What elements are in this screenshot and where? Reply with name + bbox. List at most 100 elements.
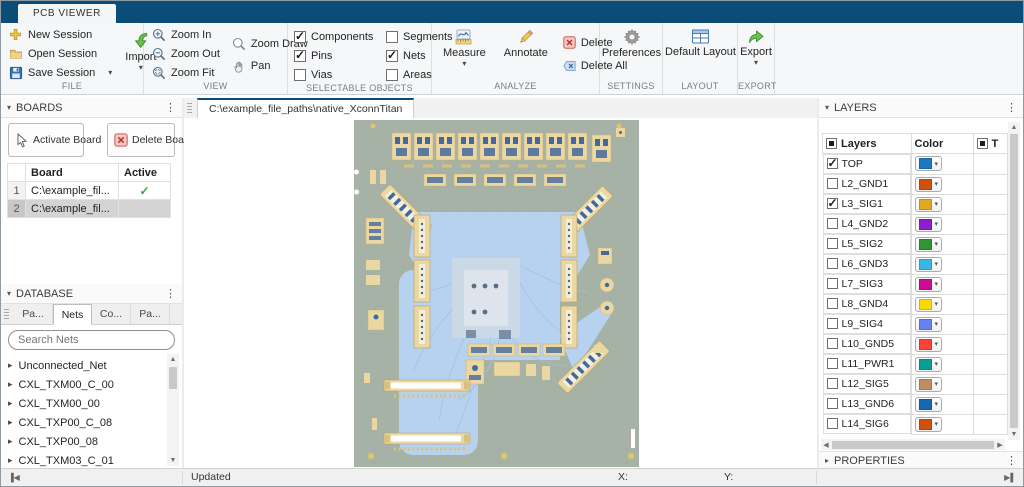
layers-horizontal-scrollbar[interactable]: ◀ ▶ [821, 439, 1005, 450]
net-list-item[interactable]: ▸CXL_TXM00_C_00 [8, 375, 182, 394]
activate-board-button[interactable]: Activate Board [8, 123, 84, 157]
layer-row[interactable]: L9_SIG4▾ [823, 314, 1008, 334]
layer-visibility-checkbox[interactable] [827, 418, 838, 429]
board-table-row[interactable]: 2C:\example_fil... [8, 200, 171, 218]
default-layout-button[interactable]: Default Layout [665, 26, 736, 81]
layer-color-dropdown[interactable]: ▾ [915, 397, 943, 412]
layer-color-dropdown[interactable]: ▾ [915, 257, 943, 272]
checkbox-components[interactable]: Components [294, 28, 386, 45]
save-dropdown-caret-icon[interactable]: ▾ [108, 68, 112, 77]
layer-row[interactable]: L8_GND4▾ [823, 294, 1008, 314]
layer-row[interactable]: TOP▾ [823, 154, 1008, 175]
layer-color-dropdown[interactable]: ▾ [915, 177, 943, 192]
layer-row[interactable]: L6_GND3▾ [823, 254, 1008, 274]
database-tab-0[interactable]: Pa... [14, 304, 53, 324]
layer-visibility-checkbox[interactable] [827, 318, 838, 329]
layer-color-dropdown[interactable]: ▾ [915, 357, 943, 372]
database-tab-1[interactable]: Nets [53, 304, 92, 325]
new-session-button[interactable]: New Session [7, 26, 114, 43]
layer-row[interactable]: L2_GND1▾ [823, 174, 1008, 194]
open-session-button[interactable]: Open Session [7, 45, 114, 62]
pcb-board-image[interactable] [354, 120, 639, 467]
scroll-right-icon[interactable]: ▶ [995, 441, 1005, 449]
layer-color-dropdown[interactable]: ▾ [915, 156, 943, 171]
expand-arrow-icon[interactable]: ▸ [825, 456, 829, 465]
layer-visibility-checkbox[interactable] [827, 298, 838, 309]
save-session-button[interactable]: Save Session ▾ [7, 64, 114, 81]
scroll-thumb[interactable] [1010, 134, 1018, 428]
expand-arrow-icon[interactable]: ▸ [8, 417, 13, 428]
layer-color-dropdown[interactable]: ▾ [915, 417, 943, 432]
kebab-menu-icon[interactable]: ⋮ [1006, 101, 1017, 114]
annotate-button[interactable]: Annotate [499, 26, 553, 81]
collapse-right-icon[interactable]: ▶▌ [1004, 473, 1016, 482]
layers-panel-header[interactable]: ▾ LAYERS ⋮ [819, 98, 1023, 118]
scroll-left-icon[interactable]: ◀ [821, 441, 831, 449]
layer-color-dropdown[interactable]: ▾ [915, 197, 943, 212]
tab-pcb-viewer[interactable]: PCB VIEWER [18, 4, 116, 23]
collapse-arrow-icon[interactable]: ▾ [825, 103, 829, 112]
expand-arrow-icon[interactable]: ▸ [8, 379, 13, 390]
database-panel-header[interactable]: ▾ DATABASE ⋮ [1, 284, 182, 304]
scroll-up-icon[interactable]: ▲ [1011, 122, 1018, 133]
layer-color-dropdown[interactable]: ▾ [915, 237, 943, 252]
layer-row[interactable]: L4_GND2▾ [823, 214, 1008, 234]
scroll-down-icon[interactable]: ▼ [170, 455, 177, 466]
kebab-menu-icon[interactable]: ⋮ [165, 101, 176, 114]
layer-visibility-checkbox[interactable] [827, 218, 838, 229]
layer-color-dropdown[interactable]: ▾ [915, 337, 943, 352]
collapse-arrow-icon[interactable]: ▾ [7, 289, 11, 298]
expand-arrow-icon[interactable]: ▸ [8, 360, 13, 371]
layer-row[interactable]: L3_SIG1▾ [823, 194, 1008, 214]
board-table-row[interactable]: 1C:\example_fil...✓ [8, 182, 171, 200]
net-list-item[interactable]: ▸CXL_TXP00_08 [8, 432, 182, 451]
layer-row[interactable]: L7_SIG3▾ [823, 274, 1008, 294]
search-nets-input[interactable] [8, 330, 175, 350]
pcb-canvas[interactable] [184, 118, 817, 469]
layer-visibility-checkbox[interactable] [827, 158, 838, 169]
layer-color-dropdown[interactable]: ▾ [915, 297, 943, 312]
scroll-thumb[interactable] [832, 441, 994, 449]
checkbox-vias[interactable]: Vias [294, 66, 386, 83]
net-list-item[interactable]: ▸Unconnected_Net [8, 356, 182, 375]
drag-grip-icon[interactable] [187, 103, 192, 114]
export-button[interactable]: Export ▾ [740, 26, 772, 81]
expand-arrow-icon[interactable]: ▸ [8, 398, 13, 409]
layer-visibility-checkbox[interactable] [827, 258, 838, 269]
collapse-left-icon[interactable]: ▐◀ [8, 473, 20, 482]
zoom-out-button[interactable]: Zoom Out [150, 45, 222, 62]
board-column-header[interactable]: Board [26, 164, 119, 182]
database-tab-2[interactable]: Co... [92, 304, 131, 324]
preferences-button[interactable]: Preferences [602, 26, 661, 81]
net-list-item[interactable]: ▸CXL_TXP00_C_08 [8, 413, 182, 432]
layer-row[interactable]: L5_SIG2▾ [823, 234, 1008, 254]
layer-visibility-checkbox[interactable] [827, 398, 838, 409]
layer-visibility-checkbox[interactable] [827, 238, 838, 249]
extra-select-all-checkbox[interactable] [977, 138, 988, 149]
net-list-scrollbar[interactable]: ▲ ▼ [167, 354, 179, 466]
layer-color-dropdown[interactable]: ▾ [915, 277, 943, 292]
expand-arrow-icon[interactable]: ▸ [8, 455, 13, 466]
collapse-arrow-icon[interactable]: ▾ [7, 103, 11, 112]
layer-visibility-checkbox[interactable] [827, 198, 838, 209]
net-list-item[interactable]: ▸CXL_TXM00_00 [8, 394, 182, 413]
layer-color-dropdown[interactable]: ▾ [915, 317, 943, 332]
zoom-in-button[interactable]: Zoom In [150, 26, 222, 43]
layer-color-dropdown[interactable]: ▾ [915, 377, 943, 392]
layer-visibility-checkbox[interactable] [827, 178, 838, 189]
drag-grip-icon[interactable] [4, 309, 9, 320]
checkbox-pins[interactable]: Pins [294, 47, 386, 64]
layer-visibility-checkbox[interactable] [827, 278, 838, 289]
measure-button[interactable]: Measure ▾ [438, 26, 491, 81]
layer-visibility-checkbox[interactable] [827, 358, 838, 369]
scroll-down-icon[interactable]: ▼ [1011, 429, 1018, 440]
layers-scrollbar[interactable]: ▲ ▼ [1008, 122, 1020, 440]
kebab-menu-icon[interactable]: ⋮ [165, 287, 176, 300]
layer-row[interactable]: L13_GND6▾ [823, 394, 1008, 414]
layer-visibility-checkbox[interactable] [827, 338, 838, 349]
layer-visibility-checkbox[interactable] [827, 378, 838, 389]
scroll-thumb[interactable] [169, 367, 177, 389]
net-list-item[interactable]: ▸CXL_TXM03_C_01 [8, 451, 182, 469]
active-column-header[interactable]: Active [119, 164, 171, 182]
kebab-menu-icon[interactable]: ⋮ [1006, 454, 1017, 467]
